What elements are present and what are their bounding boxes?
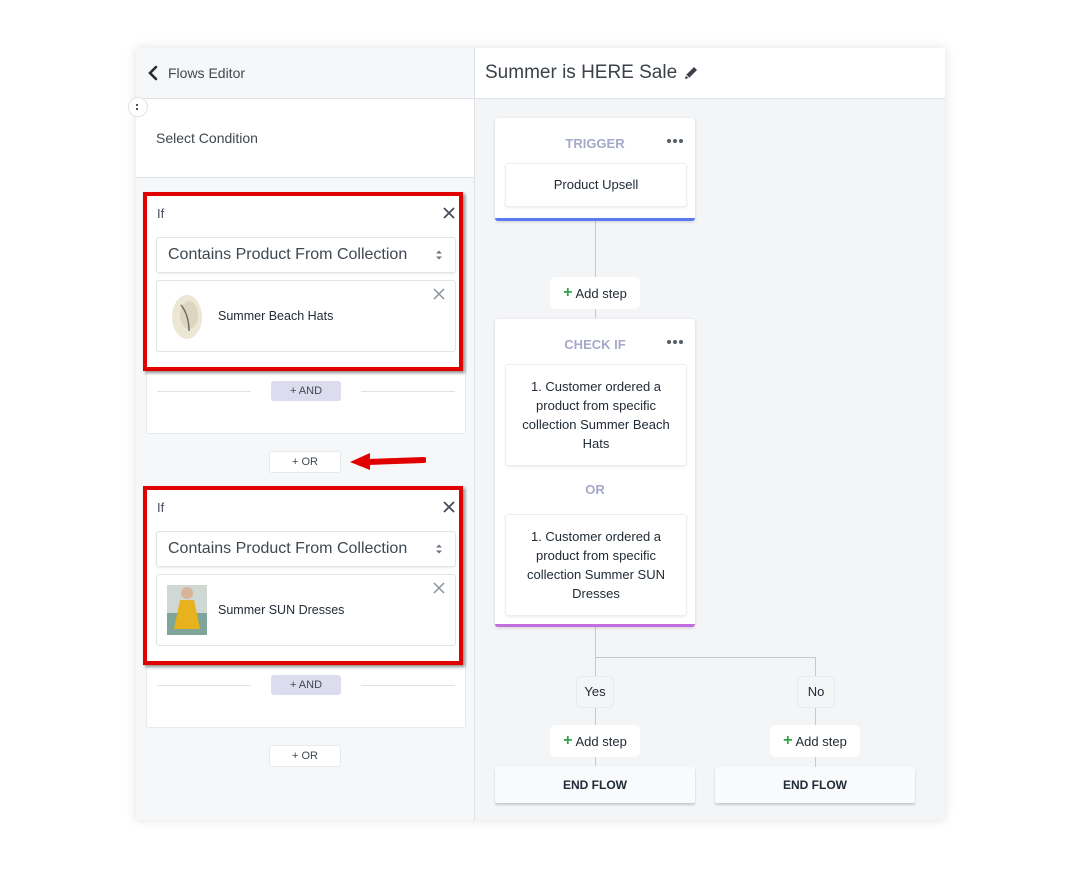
collection-name: Summer SUN Dresses xyxy=(218,603,345,617)
plus-icon: + xyxy=(783,732,793,749)
remove-group-button[interactable] xyxy=(443,501,455,513)
back-button[interactable]: Flows Editor xyxy=(146,65,245,81)
add-step-label: Add step xyxy=(575,285,627,301)
close-icon xyxy=(443,501,455,513)
chevron-left-icon xyxy=(148,65,158,81)
red-arrow-annotation xyxy=(350,453,426,470)
yellow-dress-thumbnail xyxy=(167,585,207,635)
trigger-title: TRIGGER xyxy=(565,136,625,151)
connector-line xyxy=(595,657,815,658)
check-if-title: CHECK IF xyxy=(564,337,626,352)
condition-summary: 1. Customer ordered a product from speci… xyxy=(505,364,687,466)
add-step-button-no[interactable]: + Add step xyxy=(770,725,860,757)
add-or-button[interactable]: + OR xyxy=(269,451,341,473)
trigger-value: Product Upsell xyxy=(505,163,687,207)
add-or-button[interactable]: + OR xyxy=(269,745,341,767)
close-icon xyxy=(433,288,445,300)
condition-type-select[interactable]: Contains Product From Collection xyxy=(156,237,456,273)
edit-pencil-icon[interactable] xyxy=(683,65,699,81)
remove-collection-button[interactable] xyxy=(433,288,445,300)
flow-title: Summer is HERE Sale xyxy=(485,62,678,83)
condition-type-value: Contains Product From Collection xyxy=(168,540,408,557)
plus-icon: + xyxy=(563,284,573,301)
if-label: If xyxy=(157,206,165,221)
add-step-button[interactable]: + Add step xyxy=(550,277,640,309)
collection-name: Summer Beach Hats xyxy=(218,309,334,323)
if-label: If xyxy=(157,500,165,515)
back-label: Flows Editor xyxy=(168,65,246,81)
add-step-button-yes[interactable]: + Add step xyxy=(550,725,640,757)
end-flow-no[interactable]: END FLOW xyxy=(715,767,915,803)
divider xyxy=(361,685,455,686)
more-options-icon[interactable] xyxy=(667,331,685,344)
flows-editor-window: Flows Editor Select Condition If Contain… xyxy=(128,48,945,820)
divider xyxy=(157,391,251,392)
condition-summary: 1. Customer ordered a product from speci… xyxy=(505,514,687,616)
sun-hat-thumbnail xyxy=(172,295,202,339)
add-and-button[interactable]: + AND xyxy=(271,675,341,695)
branch-yes-label: Yes xyxy=(576,676,614,708)
add-step-label: Add step xyxy=(795,733,847,749)
condition-type-value: Contains Product From Collection xyxy=(168,246,408,263)
select-arrows-icon xyxy=(436,250,442,260)
trigger-card[interactable]: TRIGGER Product Upsell xyxy=(495,118,695,221)
remove-group-button[interactable] xyxy=(443,207,455,219)
or-separator: OR xyxy=(585,482,605,497)
add-and-button[interactable]: + AND xyxy=(271,381,341,401)
flow-canvas: Summer is HERE Sale TRIGGER Product Upse… xyxy=(475,48,945,820)
collection-item: Summer Beach Hats xyxy=(156,280,456,352)
check-if-card[interactable]: CHECK IF 1. Customer ordered a product f… xyxy=(495,319,695,627)
close-icon xyxy=(443,207,455,219)
section-title: Select Condition xyxy=(156,130,258,146)
select-arrows-icon xyxy=(436,544,442,554)
collection-item: Summer SUN Dresses xyxy=(156,574,456,646)
select-condition-header: Select Condition xyxy=(136,99,474,178)
condition-group: If Contains Product From Collection Summ… xyxy=(143,486,466,728)
remove-collection-button[interactable] xyxy=(433,582,445,594)
plus-icon: + xyxy=(563,732,573,749)
flow-header: Summer is HERE Sale xyxy=(475,48,945,99)
condition-type-select[interactable]: Contains Product From Collection xyxy=(156,531,456,567)
left-header: Flows Editor xyxy=(136,48,474,99)
close-icon xyxy=(433,582,445,594)
condition-group: If Contains Product From Collection Summ… xyxy=(143,192,466,434)
add-step-label: Add step xyxy=(575,733,627,749)
and-row: + AND xyxy=(147,675,465,695)
more-options-icon[interactable] xyxy=(667,130,685,143)
collapse-panel-toggle[interactable] xyxy=(128,97,148,117)
divider xyxy=(157,685,251,686)
condition-panel: Flows Editor Select Condition If Contain… xyxy=(128,48,475,820)
branch-no-label: No xyxy=(797,676,835,708)
and-row: + AND xyxy=(147,381,465,401)
end-flow-yes[interactable]: END FLOW xyxy=(495,767,695,803)
divider xyxy=(361,391,455,392)
